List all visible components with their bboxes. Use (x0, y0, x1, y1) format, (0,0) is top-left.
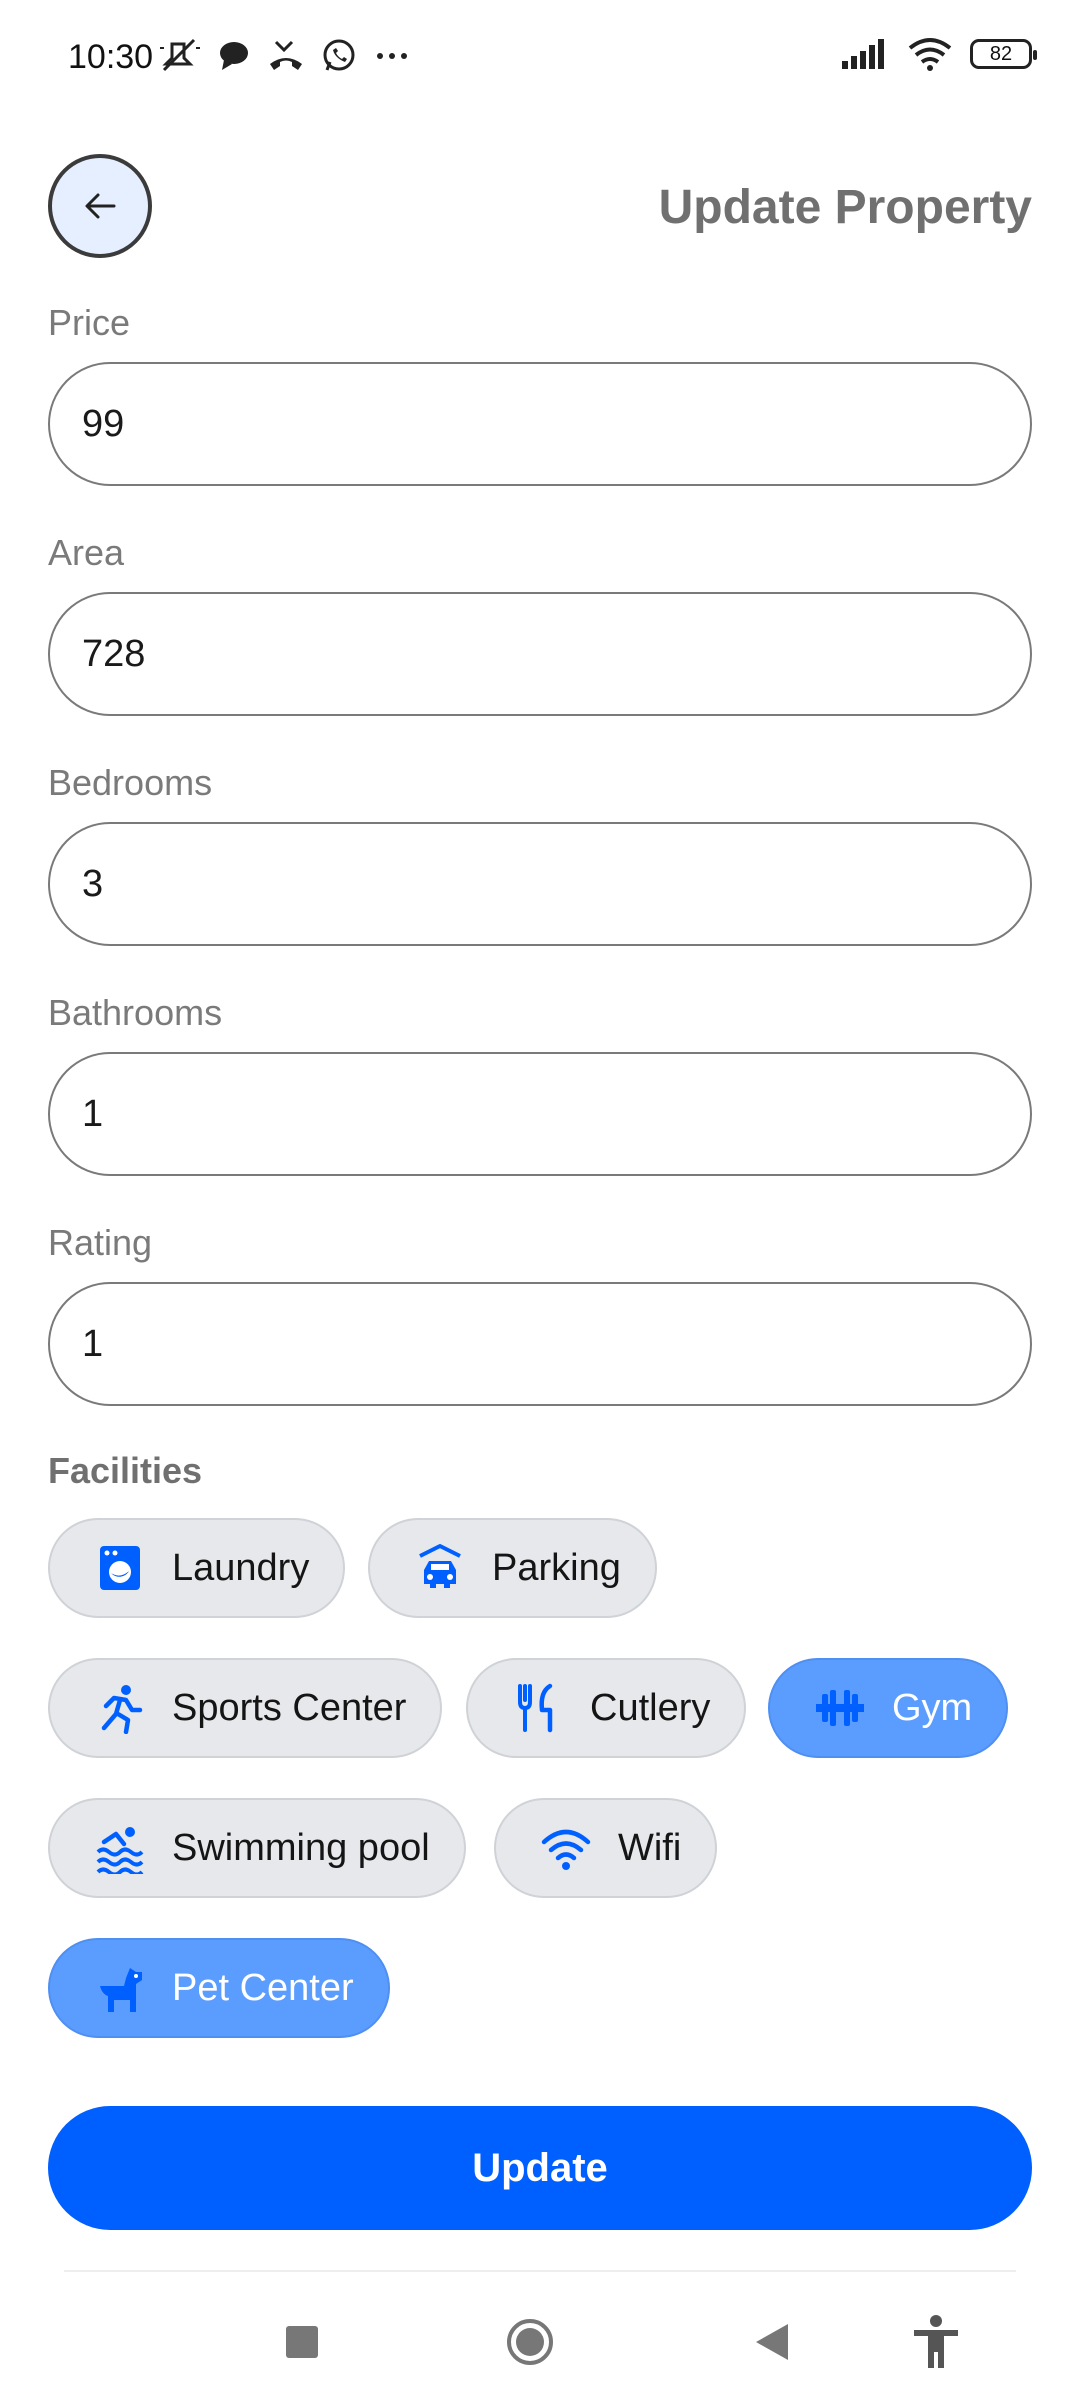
chip-label: Wifi (618, 1826, 682, 1869)
bathrooms-input[interactable]: 1 (48, 1052, 1032, 1176)
chip-label: Swimming pool (172, 1826, 430, 1869)
chip-swimming-pool[interactable]: Swimming pool (48, 1798, 466, 1898)
chip-label: Sports Center (172, 1686, 407, 1729)
area-label: Area (48, 532, 125, 573)
chip-label: Cutlery (590, 1686, 711, 1729)
rating-input[interactable]: 1 (48, 1282, 1032, 1406)
running-icon (101, 1685, 143, 1734)
circle-home-icon (507, 2319, 553, 2365)
pool-icon (96, 1827, 144, 1874)
status-bar: 10:30 82 (0, 0, 1080, 118)
chip-label: Parking (492, 1546, 621, 1589)
chip-label: Laundry (172, 1546, 310, 1589)
chip-parking[interactable]: Parking (368, 1518, 657, 1618)
area-input[interactable]: 728 (48, 592, 1032, 716)
notification-icons (158, 36, 412, 76)
facilities-title: Facilities (48, 1450, 203, 1491)
bedrooms-label: Bedrooms (48, 762, 213, 803)
update-button[interactable]: Update (48, 2106, 1032, 2230)
system-indicators: 82 (840, 36, 1037, 72)
cutlery-icon (518, 1683, 553, 1733)
signal-icon (842, 39, 884, 69)
dog-icon (100, 1968, 142, 2012)
battery-level: 82 (989, 42, 1013, 65)
price-input[interactable]: 99 (48, 362, 1032, 486)
square-icon (286, 2326, 318, 2358)
triangle-back-icon (756, 2324, 788, 2360)
status-time: 10:30 (68, 38, 154, 76)
accessibility-button[interactable] (904, 2310, 968, 2374)
arrow-left-icon (85, 193, 116, 219)
chip-cutlery[interactable]: Cutlery (466, 1658, 747, 1758)
whatsapp-icon (323, 39, 355, 71)
chat-icon (220, 42, 248, 70)
chip-label: Pet Center (172, 1966, 354, 2009)
system-nav-bar (0, 2280, 1080, 2400)
mute-icon (160, 38, 200, 72)
page-title: Update Property (658, 181, 1032, 234)
recents-button[interactable] (270, 2310, 334, 2374)
laundry-icon (100, 1546, 140, 1590)
accessibility-icon (914, 2315, 958, 2368)
missed-call-icon (270, 40, 302, 70)
chip-pet-center[interactable]: Pet Center (48, 1938, 390, 2038)
wifi-icon (541, 1829, 591, 1870)
back-nav-button[interactable] (740, 2310, 804, 2374)
chip-sports-center[interactable]: Sports Center (48, 1658, 443, 1758)
price-label: Price (48, 302, 131, 343)
battery-icon: 82 (970, 39, 1037, 69)
rating-label: Rating (48, 1222, 153, 1263)
chip-laundry[interactable]: Laundry (48, 1518, 346, 1618)
bedrooms-input[interactable]: 3 (48, 822, 1032, 946)
back-button[interactable] (48, 154, 152, 258)
car-icon (419, 1544, 461, 1588)
chip-label: Gym (892, 1686, 973, 1729)
wifi-status-icon (908, 38, 952, 71)
home-button[interactable] (498, 2310, 562, 2374)
bathrooms-label: Bathrooms (48, 992, 223, 1033)
chip-wifi[interactable]: Wifi (494, 1798, 718, 1898)
dumbbell-icon (816, 1690, 864, 1726)
chip-gym[interactable]: Gym (768, 1658, 1009, 1758)
nav-divider (64, 2270, 1016, 2272)
more-icon (377, 53, 407, 59)
